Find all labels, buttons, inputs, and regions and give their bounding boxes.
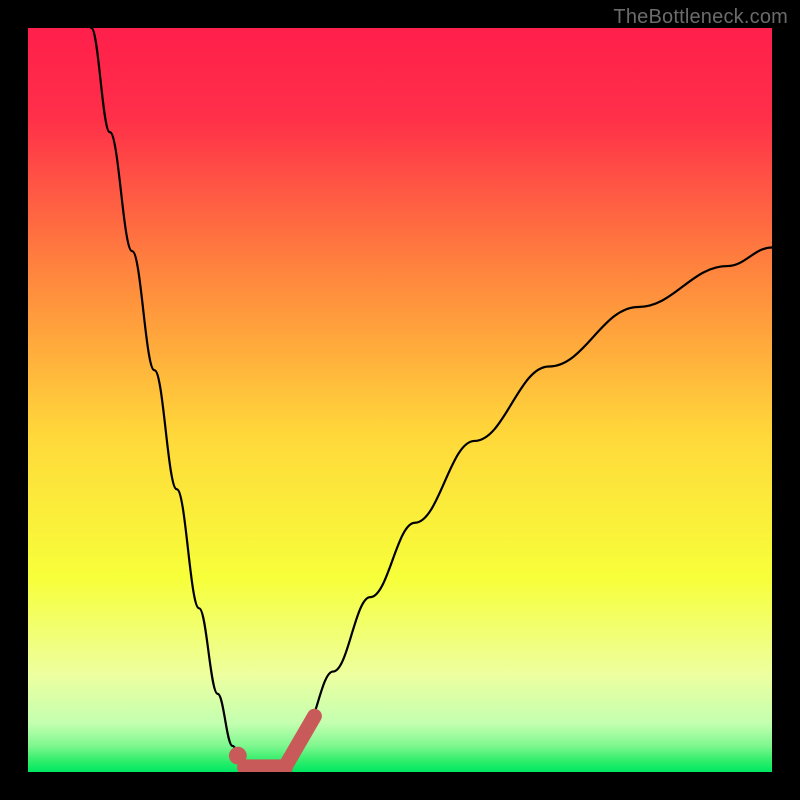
chart-svg <box>28 28 772 772</box>
plot-area <box>28 28 772 772</box>
chart-frame: TheBottleneck.com <box>0 0 800 800</box>
watermark-text: TheBottleneck.com <box>613 6 788 29</box>
gradient-background <box>28 28 772 772</box>
